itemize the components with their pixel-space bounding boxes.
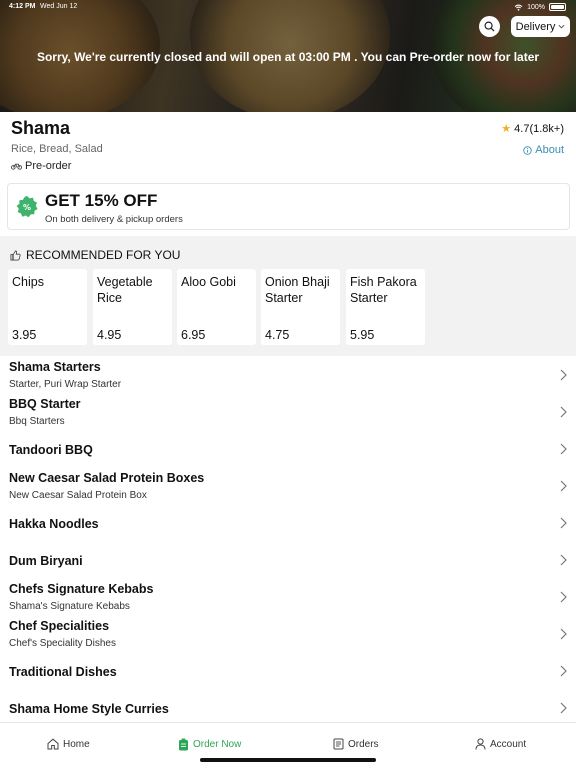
nav-home[interactable]: Home bbox=[47, 738, 90, 750]
category-subtitle: Bbq Starters bbox=[9, 416, 65, 427]
nav-order-now[interactable]: Order Now bbox=[178, 738, 241, 751]
category-title: Shama Home Style Curries bbox=[9, 702, 169, 716]
menu-category-row[interactable]: Hakka Noodles bbox=[0, 505, 576, 542]
preorder-label: Pre-order bbox=[25, 160, 72, 172]
battery-percent: 100% bbox=[527, 3, 545, 11]
item-price: 4.75 bbox=[265, 328, 290, 342]
category-subtitle: Shama's Signature Kebabs bbox=[9, 601, 130, 612]
category-title: Chefs Signature Kebabs bbox=[9, 582, 154, 596]
user-icon bbox=[475, 738, 486, 750]
delivery-mode-label: Delivery bbox=[515, 20, 556, 33]
item-price: 3.95 bbox=[12, 328, 37, 342]
rating-value: 4.7(1.8k+) bbox=[514, 122, 564, 135]
receipt-icon bbox=[333, 738, 344, 750]
nav-orders-label: Orders bbox=[348, 738, 379, 750]
recommended-heading: RECOMMENDED FOR YOU bbox=[26, 248, 181, 262]
category-title: Hakka Noodles bbox=[9, 517, 99, 531]
chevron-right-icon bbox=[560, 702, 567, 714]
status-bar: 4:12 PM Wed Jun 12 100% bbox=[0, 3, 576, 13]
recommended-section: RECOMMENDED FOR YOU Chips 3.95 Vegetable… bbox=[0, 236, 576, 356]
menu-category-row[interactable]: BBQ Starter Bbq Starters bbox=[0, 394, 576, 431]
about-link[interactable]: About bbox=[523, 144, 564, 156]
chevron-right-icon bbox=[560, 480, 567, 492]
category-title: BBQ Starter bbox=[9, 397, 81, 411]
battery-icon bbox=[549, 3, 566, 11]
item-name: Aloo Gobi bbox=[181, 275, 236, 289]
recommended-item[interactable]: Aloo Gobi 6.95 bbox=[177, 269, 256, 345]
category-subtitle: Starter, Puri Wrap Starter bbox=[9, 379, 122, 390]
star-icon: ★ bbox=[501, 123, 512, 135]
category-title: Traditional Dishes bbox=[9, 665, 117, 679]
category-title: Tandoori BBQ bbox=[9, 443, 93, 457]
chevron-right-icon bbox=[560, 554, 567, 566]
chevron-right-icon bbox=[560, 591, 567, 603]
chevron-right-icon bbox=[560, 443, 567, 455]
item-name: Vegetable Rice bbox=[97, 275, 153, 305]
home-icon bbox=[47, 738, 59, 750]
about-label: About bbox=[535, 144, 564, 156]
chevron-right-icon bbox=[560, 406, 567, 418]
offer-banner[interactable]: % GET 15% OFF On both delivery & pickup … bbox=[7, 183, 570, 230]
restaurant-name: Shama bbox=[11, 118, 71, 138]
order-bag-icon bbox=[179, 738, 188, 751]
item-name: Chips bbox=[12, 275, 44, 289]
category-title: Chef Specialities bbox=[9, 619, 110, 633]
chevron-right-icon bbox=[560, 628, 567, 640]
discount-badge-icon: % bbox=[16, 196, 38, 218]
thumbs-up-icon bbox=[10, 250, 21, 260]
nav-order-now-label: Order Now bbox=[193, 739, 242, 750]
wifi-icon bbox=[514, 4, 523, 11]
search-button[interactable] bbox=[479, 16, 500, 37]
recommended-item[interactable]: Chips 3.95 bbox=[8, 269, 87, 345]
delivery-mode-dropdown[interactable]: Delivery bbox=[511, 16, 570, 37]
status-time: 4:12 PM bbox=[9, 3, 36, 10]
closed-message: Sorry, We're currently closed and will o… bbox=[36, 50, 540, 64]
item-name: Onion Bhaji Starter bbox=[265, 275, 330, 305]
preorder-indicator: Pre-order bbox=[11, 160, 71, 172]
chevron-right-icon bbox=[560, 369, 567, 381]
status-indicators: 100% bbox=[514, 3, 566, 11]
category-title: New Caesar Salad Protein Boxes bbox=[9, 471, 205, 485]
category-subtitle: New Caesar Salad Protein Box bbox=[9, 490, 147, 501]
item-price: 5.95 bbox=[350, 328, 375, 342]
offer-subtitle: On both delivery & pickup orders bbox=[45, 214, 183, 225]
menu-category-row[interactable]: Chef Specialities Chef's Speciality Dish… bbox=[0, 616, 576, 653]
nav-account[interactable]: Account bbox=[475, 738, 526, 750]
search-icon bbox=[484, 21, 495, 32]
hero-banner: 4:12 PM Wed Jun 12 100% Sorry, We're cur… bbox=[0, 0, 576, 112]
menu-category-row[interactable]: Chefs Signature Kebabs Shama's Signature… bbox=[0, 579, 576, 616]
menu-category-row[interactable]: Shama Starters Starter, Puri Wrap Starte… bbox=[0, 357, 576, 394]
nav-account-label: Account bbox=[490, 738, 527, 750]
recommended-item[interactable]: Fish Pakora Starter 5.95 bbox=[346, 269, 425, 345]
category-subtitle: Chef's Speciality Dishes bbox=[9, 638, 116, 649]
menu-category-row[interactable]: Tandoori BBQ bbox=[0, 431, 576, 468]
status-date: Wed Jun 12 bbox=[40, 3, 78, 10]
item-price: 6.95 bbox=[181, 328, 206, 342]
recommended-item[interactable]: Onion Bhaji Starter 4.75 bbox=[261, 269, 340, 345]
menu-category-row[interactable]: Traditional Dishes bbox=[0, 653, 576, 690]
item-name: Fish Pakora Starter bbox=[350, 275, 417, 305]
menu-category-row[interactable]: Dum Biryani bbox=[0, 542, 576, 579]
chevron-down-icon bbox=[558, 24, 565, 29]
home-indicator bbox=[200, 758, 376, 762]
nav-home-label: Home bbox=[63, 738, 90, 750]
category-title: Dum Biryani bbox=[9, 554, 83, 568]
category-title: Shama Starters bbox=[9, 360, 101, 374]
chevron-right-icon bbox=[560, 517, 567, 529]
offer-title: GET 15% OFF bbox=[45, 191, 158, 210]
restaurant-categories: Rice, Bread, Salad bbox=[11, 143, 103, 155]
svg-text:%: % bbox=[23, 203, 31, 212]
chevron-right-icon bbox=[560, 665, 567, 677]
recommended-item[interactable]: Vegetable Rice 4.95 bbox=[93, 269, 172, 345]
item-price: 4.95 bbox=[97, 328, 122, 342]
nav-orders[interactable]: Orders bbox=[333, 738, 379, 750]
info-icon bbox=[523, 145, 532, 155]
bike-icon bbox=[11, 163, 22, 170]
restaurant-rating: ★ 4.7(1.8k+) bbox=[501, 122, 564, 136]
menu-category-row[interactable]: New Caesar Salad Protein Boxes New Caesa… bbox=[0, 468, 576, 505]
recommended-header: RECOMMENDED FOR YOU bbox=[10, 248, 180, 262]
